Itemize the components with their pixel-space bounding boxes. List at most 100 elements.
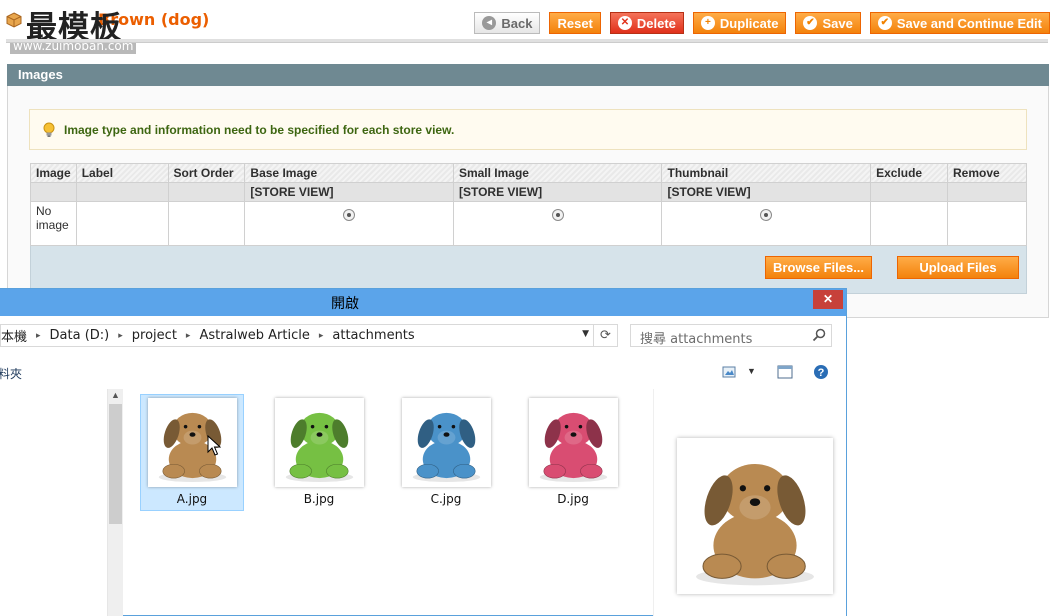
- column-header: Small Image: [452, 163, 663, 183]
- save-continue-button-label: Save and Continue Edit: [896, 15, 1042, 31]
- view-dropdown-icon[interactable]: ▼: [747, 366, 756, 376]
- scope-label: [STORE VIEW]: [244, 182, 454, 202]
- address-bar[interactable]: 本機 ▸ Data (D:) ▸ project ▸ Astralweb Articl…: [0, 324, 618, 347]
- mouse-cursor-icon: [207, 435, 221, 456]
- header-divider: [6, 39, 1048, 43]
- breadcrumb-item[interactable]: Data (D:) ▸: [50, 328, 132, 343]
- upload-files-label: Upload Files: [919, 260, 997, 275]
- save-button[interactable]: ✔ Save: [795, 12, 861, 34]
- base-image-cell: [244, 201, 454, 246]
- navigation-pane[interactable]: [0, 389, 107, 616]
- file-name: C.jpg: [430, 492, 462, 506]
- change-view-icon[interactable]: [722, 364, 738, 380]
- reset-button[interactable]: Reset: [549, 12, 601, 34]
- duplicate-button-label: Duplicate: [719, 15, 779, 31]
- label-cell: [75, 201, 169, 246]
- breadcrumb-item[interactable]: attachments: [332, 328, 414, 343]
- close-button[interactable]: ✕: [813, 290, 843, 309]
- chevron-right-icon: ▸: [185, 330, 191, 341]
- file-thumbnail: [402, 398, 491, 487]
- dog-plush-image: [696, 464, 814, 586]
- images-table: Image Label Sort Order Base Image Small …: [30, 163, 1027, 246]
- chevron-right-icon: ▸: [318, 330, 324, 341]
- remove-cell: [947, 201, 1027, 246]
- file-thumbnail: [275, 398, 364, 487]
- file-thumbnail: [529, 398, 618, 487]
- breadcrumb-item[interactable]: project ▸: [132, 328, 200, 343]
- search-icon[interactable]: [812, 328, 826, 342]
- reset-button-label: Reset: [557, 15, 593, 31]
- column-header: Base Image: [244, 163, 454, 183]
- file-name: A.jpg: [176, 492, 208, 506]
- back-button-label: Back: [501, 15, 533, 31]
- dialog-toolbar: 本機 ▸ Data (D:) ▸ project ▸ Astralweb Articl…: [0, 316, 846, 389]
- file-thumbnail: [148, 398, 237, 487]
- checkmark-icon: ✔: [803, 16, 818, 30]
- back-button[interactable]: ◂ Back: [474, 12, 541, 34]
- preview-pane: [653, 389, 846, 616]
- refresh-icon[interactable]: ⟳: [593, 325, 617, 346]
- chevron-down-icon[interactable]: ▼: [582, 329, 589, 339]
- lightbulb-icon: [43, 122, 55, 137]
- scroll-up-icon[interactable]: ▲: [111, 390, 120, 400]
- notice-text: Image type and information need to be sp…: [64, 122, 455, 137]
- new-folder-label[interactable]: 料夾: [0, 365, 22, 382]
- file-item[interactable]: B.jpg: [267, 394, 371, 511]
- dog-plush-image: [158, 412, 227, 483]
- preview-image: [677, 438, 833, 594]
- column-header: Sort Order: [167, 163, 246, 183]
- chevron-right-icon: ▸: [36, 330, 41, 341]
- column-header: Remove: [947, 163, 1027, 183]
- small-image-cell: [452, 201, 663, 246]
- dog-plush-image: [539, 412, 608, 483]
- file-name: B.jpg: [303, 492, 335, 506]
- upload-bar: Browse Files... Upload Files: [30, 246, 1027, 294]
- table-scope-row: [STORE VIEW] [STORE VIEW] [STORE VIEW]: [30, 182, 1027, 202]
- save-button-label: Save: [822, 15, 853, 31]
- upload-files-button[interactable]: Upload Files: [897, 256, 1019, 279]
- search-input[interactable]: 搜尋 attachments: [630, 324, 832, 347]
- breadcrumb-item[interactable]: 本機 ▸: [1, 326, 50, 345]
- column-header: Thumbnail: [661, 163, 872, 183]
- delete-button-label: Delete: [636, 15, 676, 31]
- file-item[interactable]: A.jpg: [140, 394, 244, 511]
- dialog-titlebar[interactable]: 開啟 ✕: [0, 289, 846, 316]
- preview-pane-icon[interactable]: [777, 364, 793, 380]
- images-section-header: Images: [7, 64, 1049, 86]
- scrollbar[interactable]: ▲: [107, 389, 123, 616]
- thumbnail-cell: [661, 201, 872, 246]
- thumbnail-radio[interactable]: [760, 209, 773, 221]
- delete-button[interactable]: ✕ Delete: [609, 12, 684, 34]
- save-continue-button[interactable]: ✔ Save and Continue Edit: [869, 12, 1050, 34]
- duplicate-button[interactable]: + Duplicate: [692, 12, 787, 34]
- svg-text:?: ?: [818, 367, 825, 379]
- file-item[interactable]: D.jpg: [521, 394, 625, 511]
- open-file-dialog: 開啟 ✕ 本機 ▸ Data (D:) ▸ project ▸ Astralweb A…: [0, 288, 847, 616]
- help-icon[interactable]: ?: [813, 364, 829, 380]
- base-image-radio[interactable]: [343, 209, 356, 221]
- small-image-radio[interactable]: [551, 209, 564, 221]
- browse-files-button[interactable]: Browse Files...: [765, 256, 873, 279]
- sort-order-cell: [167, 201, 246, 246]
- column-header: Exclude: [870, 163, 948, 183]
- arrow-left-icon: ◂: [482, 16, 497, 30]
- dialog-title: 開啟: [331, 296, 359, 312]
- exclude-cell: [870, 201, 948, 246]
- table-row: No image: [30, 201, 1027, 246]
- action-buttons: ◂ Back Reset ✕ Delete + Duplicate ✔ Save…: [474, 12, 1050, 34]
- file-name: D.jpg: [557, 492, 589, 506]
- chevron-right-icon: ▸: [118, 330, 123, 341]
- checkmark-icon: ✔: [877, 16, 892, 30]
- scope-label: [STORE VIEW]: [452, 182, 663, 202]
- file-item[interactable]: C.jpg: [394, 394, 498, 511]
- product-box-icon: [6, 11, 22, 28]
- scroll-thumb[interactable]: [109, 404, 122, 524]
- plus-icon: +: [700, 16, 715, 30]
- scope-label: [STORE VIEW]: [661, 182, 872, 202]
- file-list: A.jpg B.jpg C.jpg D.jpg: [124, 389, 654, 616]
- image-cell: No image: [30, 201, 77, 246]
- dog-plush-image: [285, 412, 354, 483]
- breadcrumb-item[interactable]: Astralweb Article ▸: [199, 328, 332, 343]
- page-header: Brown (dog) 最模板 www.zuimoban.com ◂ Back …: [0, 0, 1054, 54]
- browse-files-label: Browse Files...: [773, 260, 865, 275]
